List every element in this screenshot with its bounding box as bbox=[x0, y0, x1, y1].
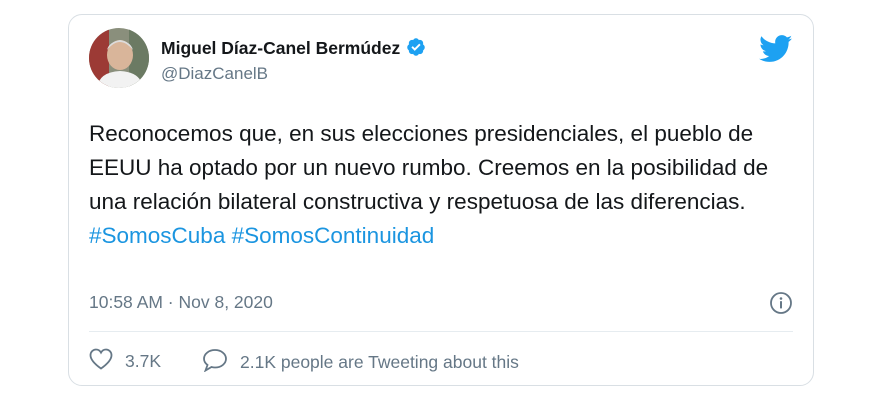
hashtag-link[interactable]: #SomosCuba bbox=[89, 223, 225, 248]
tweet-body: Reconocemos que, en sus elecciones presi… bbox=[89, 121, 769, 214]
info-icon[interactable] bbox=[769, 291, 793, 320]
heart-icon bbox=[89, 348, 125, 375]
verified-icon bbox=[406, 37, 426, 62]
like-count: 3.7K bbox=[125, 351, 161, 371]
avatar[interactable] bbox=[89, 28, 149, 88]
tweet-card: Miguel Díaz-Canel Bermúdez @DiazCanelB R… bbox=[68, 14, 814, 386]
author-name-label: Miguel Díaz-Canel Bermúdez bbox=[161, 38, 401, 58]
conversation-button[interactable]: 2.1K people are Tweeting about this bbox=[202, 348, 519, 377]
speech-bubble-icon bbox=[202, 348, 240, 377]
hashtag-link[interactable]: #SomosContinuidad bbox=[232, 223, 435, 248]
like-button[interactable]: 3.7K bbox=[89, 348, 161, 375]
author-name[interactable]: Miguel Díaz-Canel Bermúdez bbox=[161, 37, 426, 62]
author-handle[interactable]: @DiazCanelB bbox=[161, 64, 268, 84]
timestamp[interactable]: 10:58 AM · Nov 8, 2020 bbox=[89, 292, 273, 313]
conversation-text: 2.1K people are Tweeting about this bbox=[240, 352, 519, 372]
tweet-text: Reconocemos que, en sus elecciones presi… bbox=[89, 117, 789, 253]
twitter-bird-icon[interactable] bbox=[759, 35, 793, 68]
divider bbox=[89, 331, 793, 332]
